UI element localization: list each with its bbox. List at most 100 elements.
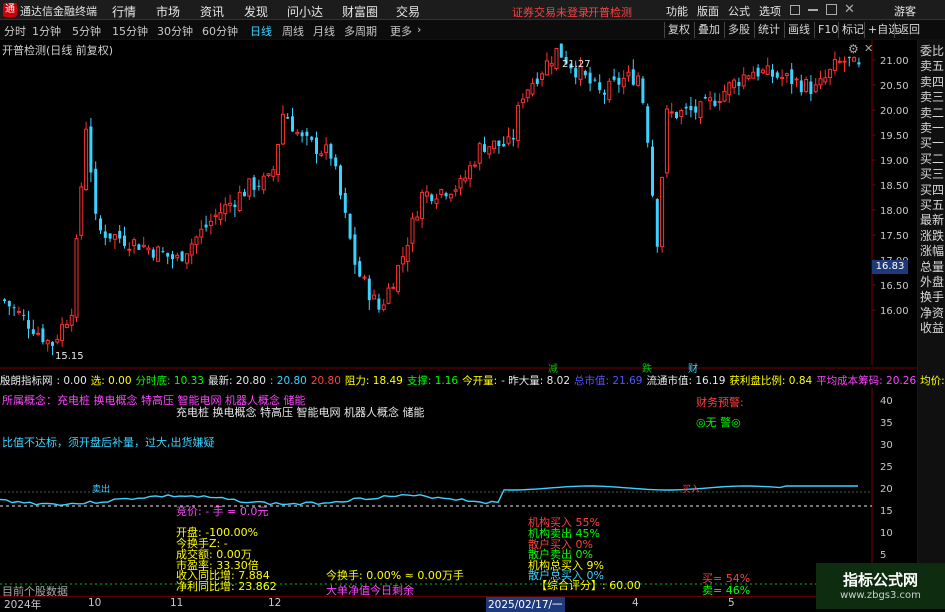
price-tick-9: 16.50 <box>880 281 909 292</box>
period-30min[interactable]: 30分钟 <box>157 23 193 39</box>
period-weekly[interactable]: 周线 <box>282 23 304 39</box>
candle-body <box>607 80 612 101</box>
close-icon[interactable]: ✕ <box>844 2 855 17</box>
overlay-button[interactable]: 叠加 <box>694 22 723 38</box>
minimize-icon[interactable] <box>808 9 818 11</box>
candle-body <box>180 251 184 262</box>
price-chart[interactable]: 21.00 20.50 20.00 19.50 19.00 18.50 18.00 17.50… <box>0 40 917 370</box>
side-tab-16[interactable]: 换手 <box>918 290 945 305</box>
chevron-right-icon[interactable]: › <box>417 23 421 36</box>
candle-body <box>79 186 84 236</box>
chart-close-icon[interactable]: ✕ <box>864 42 873 55</box>
menu-discover[interactable]: 发现 <box>244 3 268 20</box>
candle-body <box>12 307 16 309</box>
menu-formula[interactable]: 公式 <box>728 3 750 19</box>
menu-layout[interactable]: 版面 <box>697 3 719 19</box>
fuquan-button[interactable]: 复权 <box>664 22 693 38</box>
candle-body <box>430 194 434 201</box>
candle-body <box>199 228 204 238</box>
side-tab-18[interactable]: 收益 <box>918 321 945 336</box>
menu-market[interactable]: 市场 <box>156 3 180 20</box>
price-tick-3: 19.50 <box>880 131 909 142</box>
ind-tick-5: 15 <box>880 506 893 517</box>
candle-body <box>775 72 779 78</box>
indicator-name[interactable]: 殷朗指标网 <box>0 375 53 387</box>
menu-xiaoda[interactable]: 问小达 <box>287 3 323 20</box>
period-toolbar: 分时 1分钟 5分钟 15分钟 30分钟 60分钟 日线 周线 月线 多周期 更… <box>0 20 945 40</box>
side-tab-13[interactable]: 涨幅 <box>918 244 945 259</box>
login-status[interactable]: 证券交易未登录 <box>512 4 589 20</box>
candle-body <box>237 191 242 212</box>
date-label-2024: 2024年 <box>4 599 42 611</box>
candle-body <box>228 202 233 206</box>
side-tab-15[interactable]: 外盘 <box>918 275 945 290</box>
period-5min[interactable]: 5分钟 <box>72 23 101 39</box>
finance-warning-title: 财务预警: <box>696 396 744 409</box>
candle-body <box>626 71 631 77</box>
candle-body <box>372 294 377 300</box>
candle-body <box>175 254 180 259</box>
candle-body <box>171 254 174 260</box>
menu-function[interactable]: 功能 <box>666 3 688 19</box>
period-60min[interactable]: 60分钟 <box>202 23 238 39</box>
candle-body <box>660 176 665 248</box>
candle-body <box>771 69 774 77</box>
candle-body <box>22 314 26 316</box>
menu-options[interactable]: 选项 <box>759 3 781 19</box>
side-tab-10[interactable]: 买五 <box>918 198 945 213</box>
candle-body <box>243 192 246 197</box>
high-marker: 21.27 <box>562 59 591 70</box>
menu-trade[interactable]: 交易 <box>396 3 420 20</box>
candle-body <box>51 341 54 346</box>
period-daily[interactable]: 日线 <box>250 23 272 39</box>
candle-body <box>94 168 98 214</box>
period-fenshi[interactable]: 分时 <box>4 23 26 39</box>
period-monthly[interactable]: 月线 <box>313 23 335 39</box>
side-tab-12[interactable]: 涨跌 <box>918 229 945 244</box>
menu-quote[interactable]: 行情 <box>112 3 136 20</box>
candle-body <box>89 126 93 173</box>
period-more[interactable]: 更多 <box>390 23 412 39</box>
multistock-button[interactable]: 多股 <box>724 22 753 38</box>
side-tab-5[interactable]: 卖一 <box>918 121 945 136</box>
mark-button[interactable]: 标记 <box>838 22 867 38</box>
side-tab-9[interactable]: 买四 <box>918 183 945 198</box>
side-tab-6[interactable]: 买一 <box>918 136 945 151</box>
side-tab-0[interactable]: 委比 <box>918 44 945 59</box>
period-multi[interactable]: 多周期 <box>344 23 377 39</box>
candle-body <box>410 217 415 244</box>
period-1min[interactable]: 1分钟 <box>32 23 61 39</box>
ind-v1: : 0.00 <box>56 375 87 387</box>
side-tab-4[interactable]: 卖二 <box>918 106 945 121</box>
side-tab-8[interactable]: 买三 <box>918 167 945 182</box>
side-tab-2[interactable]: 卖四 <box>918 75 945 90</box>
period-15min[interactable]: 15分钟 <box>112 23 148 39</box>
candle-body <box>161 251 165 253</box>
side-tab-7[interactable]: 买二 <box>918 152 945 167</box>
side-tab-17[interactable]: 净资 <box>918 306 945 321</box>
drawline-button[interactable]: 画线 <box>784 22 813 38</box>
candle-body <box>842 60 847 63</box>
candle-body <box>813 84 818 93</box>
candle-body <box>112 234 117 240</box>
settings-gear-icon[interactable]: ⚙ <box>848 42 859 56</box>
candle-body <box>809 81 813 95</box>
restore-icon[interactable] <box>790 5 800 15</box>
candle-body <box>636 75 641 86</box>
guest-label[interactable]: 游客 <box>894 3 916 19</box>
ind-fenshidi: 分时底: 10.33 <box>135 375 204 387</box>
side-tab-11[interactable]: 最新 <box>918 213 945 228</box>
candle-body <box>348 213 352 239</box>
maximize-icon[interactable] <box>826 4 837 15</box>
side-tab-14[interactable]: 总量 <box>918 260 945 275</box>
menu-news[interactable]: 资讯 <box>200 3 224 20</box>
side-tab-3[interactable]: 卖三 <box>918 90 945 105</box>
candle-body <box>127 248 132 251</box>
turnover-today: 今换手: 0.00% ≈ 0.00万手 <box>326 569 464 582</box>
price-tick-5: 18.50 <box>880 181 909 192</box>
menu-wealth[interactable]: 财富圈 <box>342 3 378 20</box>
side-tab-1[interactable]: 卖五 <box>918 59 945 74</box>
stats-button[interactable]: 统计 <box>754 22 783 38</box>
candle-body <box>400 256 405 265</box>
back-button[interactable]: 返回 <box>894 22 923 38</box>
